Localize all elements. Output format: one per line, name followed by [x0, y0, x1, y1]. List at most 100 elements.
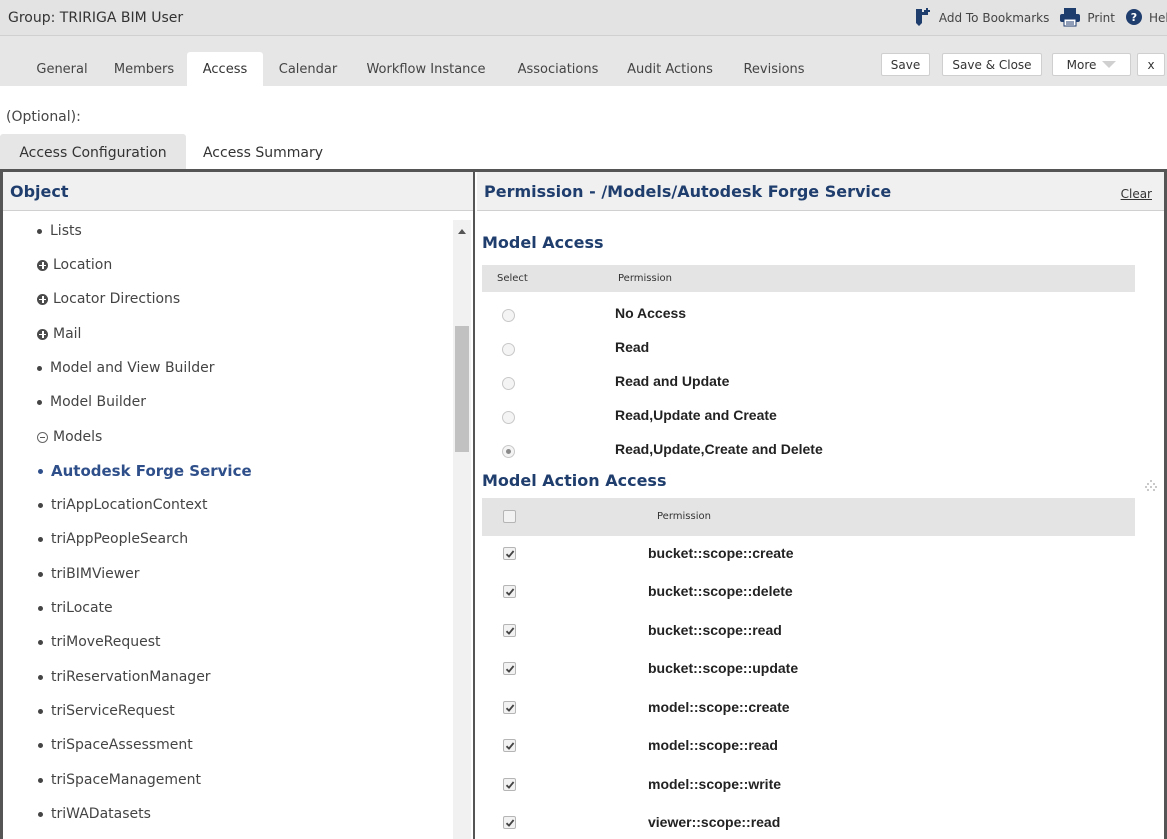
tab-associations[interactable]: Associations: [505, 52, 611, 86]
title-toolbar: Add To Bookmarks Print ? Help: [913, 6, 1167, 30]
tree-item-label: triAppLocationContext: [51, 497, 208, 513]
tab-audit-actions[interactable]: Audit Actions: [617, 52, 723, 86]
tree-item[interactable]: Lists: [37, 219, 82, 243]
tree-item[interactable]: Autodesk Forge Service: [38, 459, 252, 483]
action-permission-label: viewer::scope::read: [648, 814, 781, 830]
object-panel-title: Object: [10, 182, 69, 201]
access-level-label: No Access: [615, 305, 687, 321]
access-level-label: Read: [615, 339, 650, 355]
tree-item-label: triWADatasets: [51, 806, 151, 822]
save-button[interactable]: Save: [881, 53, 930, 76]
bullet-icon: [38, 674, 43, 680]
tab-revisions[interactable]: Revisions: [733, 52, 815, 86]
save-and-close-button[interactable]: Save & Close: [942, 53, 1042, 76]
select-all-checkbox[interactable]: [503, 510, 516, 523]
save-and-close-label: Save & Close: [952, 57, 1032, 72]
tree-item[interactable]: triBIMViewer: [38, 562, 140, 586]
clear-link[interactable]: Clear: [1121, 187, 1152, 201]
action-checkbox[interactable]: [503, 624, 516, 637]
object-tree: Lists Location Locator Directions Mail Model…: [3, 211, 453, 839]
add-to-bookmarks-button[interactable]: Add To Bookmarks: [913, 7, 1049, 30]
tree-item-label: triServiceRequest: [51, 703, 175, 719]
action-permission-label: model::scope::create: [648, 699, 790, 715]
print-button[interactable]: Print: [1059, 7, 1115, 30]
bullet-icon: [37, 399, 42, 405]
help-button[interactable]: ? Help: [1125, 8, 1167, 29]
tab-workflow-instance[interactable]: Workflow Instance: [356, 52, 496, 86]
model-access-option-row[interactable]: No Access: [477, 296, 1157, 329]
tree-item-label: triReservationManager: [51, 669, 211, 685]
bullet-icon: [38, 468, 43, 474]
access-level-radio[interactable]: [502, 343, 515, 356]
checkmark-icon: [505, 627, 515, 635]
scroll-up-arrow-icon[interactable]: [458, 229, 466, 234]
subtab-access-summary[interactable]: Access Summary: [190, 134, 336, 169]
model-action-grid-header: Permission: [482, 498, 1135, 536]
bullet-icon: [38, 742, 43, 748]
expand-plus-icon[interactable]: [37, 293, 48, 305]
tree-item[interactable]: Model Builder: [37, 390, 146, 414]
tab-bar: General Members Access Calendar Workflow…: [0, 36, 1167, 86]
tree-item-label: Locator Directions: [53, 291, 181, 307]
access-level-radio[interactable]: [502, 411, 515, 424]
tree-item[interactable]: triAppPeopleSearch: [38, 527, 188, 551]
action-checkbox[interactable]: [503, 585, 516, 598]
tree-item[interactable]: triSpaceManagement: [38, 768, 201, 792]
checkmark-icon: [505, 665, 515, 673]
action-permission-label: model::scope::write: [648, 776, 782, 792]
object-tree-scrollbar[interactable]: [453, 220, 471, 839]
tree-item-label: Lists: [50, 223, 82, 239]
action-checkbox[interactable]: [503, 547, 516, 560]
tree-item[interactable]: triLocate: [38, 596, 113, 620]
access-level-radio[interactable]: [502, 309, 515, 322]
tree-item[interactable]: Model and View Builder: [37, 356, 214, 380]
object-panel: Object Lists Location Locator Directions Ma…: [3, 172, 475, 839]
tab-members[interactable]: Members: [106, 52, 182, 86]
tree-item[interactable]: Location: [37, 253, 112, 277]
tree-item-label: Location: [53, 257, 113, 273]
bullet-icon: [38, 571, 43, 577]
expand-plus-icon[interactable]: [37, 328, 48, 340]
action-checkbox[interactable]: [503, 778, 516, 791]
model-access-option-row[interactable]: Read,Update and Create: [477, 398, 1157, 431]
scrollbar-thumb[interactable]: [455, 326, 469, 452]
permission-panel: Permission - /Models/Autodesk Forge Serv…: [477, 172, 1164, 839]
access-level-label: Read and Update: [615, 373, 730, 389]
tree-item-label: Mail: [53, 326, 82, 342]
access-level-radio[interactable]: [502, 445, 515, 458]
subtab-access-configuration[interactable]: Access Configuration: [0, 134, 186, 169]
checkmark-icon: [505, 781, 515, 789]
access-level-label: Read,Update,Create and Delete: [615, 441, 823, 457]
collapse-minus-icon[interactable]: [37, 431, 48, 443]
action-checkbox[interactable]: [503, 662, 516, 675]
access-level-radio[interactable]: [502, 377, 515, 390]
tree-item-label: Model and View Builder: [50, 360, 215, 376]
tree-item[interactable]: triReservationManager: [38, 665, 211, 689]
model-action-access-title: Model Action Access: [482, 471, 667, 490]
expand-plus-icon[interactable]: [37, 259, 48, 271]
model-access-option-row[interactable]: Read,Update,Create and Delete: [477, 432, 1157, 465]
tree-item-label: Autodesk Forge Service: [51, 462, 252, 480]
tab-access[interactable]: Access: [187, 52, 263, 86]
more-menu-button[interactable]: More: [1052, 53, 1131, 76]
tree-item[interactable]: Mail: [37, 322, 81, 346]
tree-item[interactable]: triSpaceAssessment: [38, 733, 193, 757]
tree-item[interactable]: triWADatasets: [38, 802, 151, 826]
model-access-option-row[interactable]: Read and Update: [477, 364, 1157, 397]
tab-general[interactable]: General: [20, 52, 104, 86]
tree-item[interactable]: Locator Directions: [37, 287, 180, 311]
permission-panel-title: Permission - /Models/Autodesk Forge Serv…: [484, 182, 892, 201]
action-permission-label: model::scope::read: [648, 737, 778, 753]
tree-item[interactable]: triMoveRequest: [38, 630, 161, 654]
model-access-grid-header: Select Permission: [482, 265, 1135, 292]
action-checkbox[interactable]: [503, 816, 516, 829]
tree-item[interactable]: Models: [37, 425, 102, 449]
tree-item[interactable]: triAppLocationContext: [38, 493, 208, 517]
tab-calendar[interactable]: Calendar: [268, 52, 348, 86]
close-button[interactable]: x: [1137, 53, 1165, 76]
tree-item[interactable]: triServiceRequest: [38, 699, 175, 723]
checkmark-icon: [505, 588, 515, 596]
action-checkbox[interactable]: [503, 701, 516, 714]
model-access-option-row[interactable]: Read: [477, 330, 1157, 363]
action-checkbox[interactable]: [503, 739, 516, 752]
